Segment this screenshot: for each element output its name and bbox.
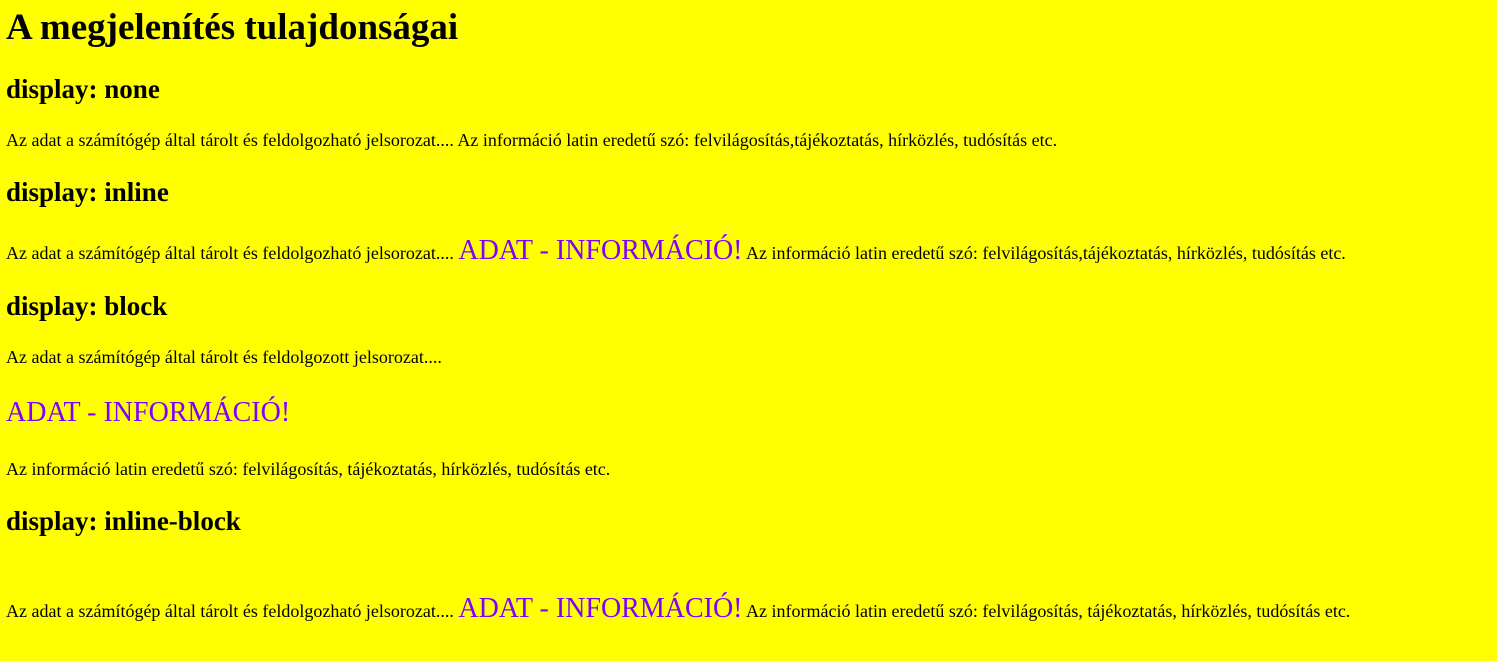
paragraph-inline-text-before: Az adat a számítógép által tárolt és fel… <box>6 243 459 263</box>
heading-display-none: display: none <box>6 74 160 104</box>
highlight-inline-block: ADAT - INFORMÁCIÓ! <box>458 593 743 624</box>
highlight-block: ADAT - INFORMÁCIÓ! <box>6 397 291 428</box>
page-title: A megjelenítés tulajdonságai <box>6 7 459 48</box>
paragraph-block-text-before: Az adat a számítógép által tárolt és fel… <box>6 347 442 367</box>
paragraph-inline-text-after: Az információ latin eredetű szó: felvilá… <box>742 243 1346 263</box>
highlight-inline: ADAT - INFORMÁCIÓ! <box>458 235 743 266</box>
paragraph-block-text-after: Az információ latin eredetű szó: felvilá… <box>6 459 611 479</box>
paragraph-display-inline-block: Az adat a számítógép által tárolt és fel… <box>6 594 1350 624</box>
paragraph-display-inline: Az adat a számítógép által tárolt és fel… <box>6 236 1346 266</box>
heading-display-inline: display: inline <box>6 177 169 207</box>
paragraph-display-none: Az adat a számítógép által tárolt és fel… <box>6 130 1058 150</box>
heading-display-block: display: block <box>6 291 168 321</box>
paragraph-ib-text-before: Az adat a számítógép által tárolt és fel… <box>6 601 459 621</box>
heading-display-inline-block: display: inline-block <box>6 506 241 536</box>
paragraph-ib-text-after: Az információ latin eredetű szó: felvilá… <box>742 601 1351 621</box>
